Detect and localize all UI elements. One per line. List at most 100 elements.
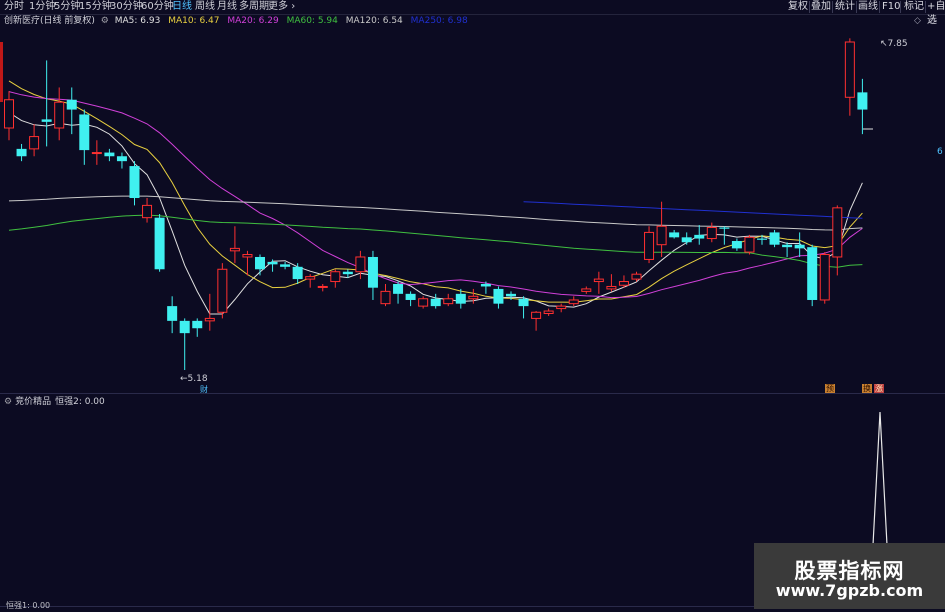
timeframe-multi[interactable]: 多周期 xyxy=(239,0,269,14)
settings-gear-icon[interactable]: ⚙ xyxy=(101,16,109,26)
candle-down xyxy=(116,156,127,162)
timeframe-weekly[interactable]: 周线 xyxy=(195,0,215,14)
more-label: 更多 xyxy=(268,1,288,12)
candle-down xyxy=(129,166,140,199)
timeframe-30min[interactable]: 30分钟 xyxy=(110,0,143,14)
ma250-value: MA250: 6.98 xyxy=(410,16,468,26)
f10-button[interactable]: F10 xyxy=(882,0,900,14)
timeframe-more[interactable]: 更多 › xyxy=(268,0,295,14)
settings-gear-icon[interactable]: ⚙ xyxy=(4,397,12,407)
toolbar-divider xyxy=(900,1,901,13)
candle-down xyxy=(857,92,868,110)
candle-down xyxy=(694,234,705,239)
candle-up xyxy=(4,99,14,129)
candle-up xyxy=(229,247,240,252)
high-price-label: ↖7.85 xyxy=(880,39,908,49)
candle-up xyxy=(631,273,642,280)
candle-up xyxy=(242,254,253,258)
ma250-line xyxy=(523,201,863,219)
candle-down xyxy=(769,232,780,245)
kline-chart-area[interactable] xyxy=(0,0,945,609)
candle-down xyxy=(79,114,90,151)
candle-up xyxy=(54,101,65,129)
candle-up xyxy=(656,225,667,246)
stats-button[interactable]: 统计 xyxy=(835,0,855,14)
candle-down xyxy=(292,266,303,280)
candle-down xyxy=(669,232,680,238)
candle-down xyxy=(405,293,416,300)
candle-up xyxy=(380,290,391,305)
ma20-value: MA20: 6.29 xyxy=(227,16,279,26)
watermark-banner: 股票指标网 www.7gpzb.com xyxy=(754,543,945,609)
candle-down xyxy=(430,298,441,307)
candle-up xyxy=(819,254,830,301)
candle-up xyxy=(305,276,316,280)
signal-tag[interactable]: 预 xyxy=(825,384,835,393)
timeframe-toolbar: 分时 1分钟 5分钟 15分钟 30分钟 60分钟 日线 周线 月线 多周期 更… xyxy=(0,0,945,26)
timeframe-daily[interactable]: 日线 xyxy=(172,0,192,14)
candle-down xyxy=(794,244,805,249)
timeframe-fenshi[interactable]: 分时 xyxy=(4,0,24,14)
mark-button[interactable]: 标记 xyxy=(904,0,924,14)
candle-down xyxy=(807,247,818,300)
candle-up xyxy=(531,311,542,319)
candle-up xyxy=(832,207,843,258)
stock-title[interactable]: 创新医疗(日线 前复权) xyxy=(4,16,95,26)
candle-down xyxy=(518,298,529,307)
signal-tag[interactable]: 涨 xyxy=(874,384,884,393)
timeframe-15min[interactable]: 15分钟 xyxy=(79,0,112,14)
candle-down xyxy=(782,244,793,248)
candle-down xyxy=(16,148,27,157)
candle-up xyxy=(606,285,617,290)
candle-up xyxy=(706,226,717,240)
candle-up xyxy=(317,285,328,288)
high-price-value: 7.85 xyxy=(887,39,908,49)
overlay-button[interactable]: 叠加 xyxy=(811,0,831,14)
ma-legend: 创新医疗(日线 前复权) ⚙ MA5: 6.93 MA10: 6.47 MA20… xyxy=(4,15,468,27)
candle-up xyxy=(29,136,40,150)
timeframe-5min[interactable]: 5分钟 xyxy=(54,0,80,14)
toolbar-divider xyxy=(856,1,857,13)
timeframe-monthly[interactable]: 月线 xyxy=(217,0,237,14)
candle-up xyxy=(593,278,604,283)
candle-down xyxy=(757,238,767,240)
candle-down xyxy=(167,306,178,321)
fuquan-button[interactable]: 复权 xyxy=(788,0,808,14)
candle-down xyxy=(342,271,353,275)
ma5-line xyxy=(8,112,863,315)
candle-up xyxy=(355,256,366,273)
candle-up xyxy=(744,236,755,253)
candle-up xyxy=(468,295,479,300)
signal-tag[interactable]: 换 xyxy=(862,384,872,393)
candle-down xyxy=(681,237,692,243)
candle-up xyxy=(581,288,592,292)
bottom-indicator-text: 恒强1: 0.00 xyxy=(6,601,51,610)
candle-up xyxy=(844,41,855,98)
candle-down xyxy=(719,227,730,229)
diamond-icon[interactable]: ◇ xyxy=(914,15,921,27)
candle-up xyxy=(543,310,554,314)
timeframe-1min[interactable]: 1分钟 xyxy=(29,0,55,14)
candle-down xyxy=(367,256,378,288)
diamond-icon[interactable]: ◇ xyxy=(929,15,936,27)
candle-up xyxy=(217,268,228,313)
timeframe-60min[interactable]: 60分钟 xyxy=(141,0,174,14)
draw-line-button[interactable]: 画线 xyxy=(858,0,878,14)
ma60-value: MA60: 5.94 xyxy=(286,16,338,26)
finance-event-tag[interactable]: 财 xyxy=(200,384,208,396)
candle-down xyxy=(179,320,190,334)
right-axis-label: 6 xyxy=(937,147,943,157)
toolbar-divider xyxy=(809,1,810,13)
chevron-right-icon: › xyxy=(291,1,296,12)
candle-down xyxy=(267,261,278,265)
toolbar-divider xyxy=(832,1,833,13)
candle-down xyxy=(455,293,466,304)
indicator-value: 恒强2: 0.00 xyxy=(55,397,105,407)
toolbar-divider xyxy=(925,1,926,13)
candle-down xyxy=(493,288,504,304)
indicator-title[interactable]: 竞价精品 xyxy=(15,397,51,407)
candle-up xyxy=(644,231,655,260)
candle-down xyxy=(154,217,165,270)
ma120-line xyxy=(8,195,863,231)
candle-up xyxy=(142,204,153,219)
